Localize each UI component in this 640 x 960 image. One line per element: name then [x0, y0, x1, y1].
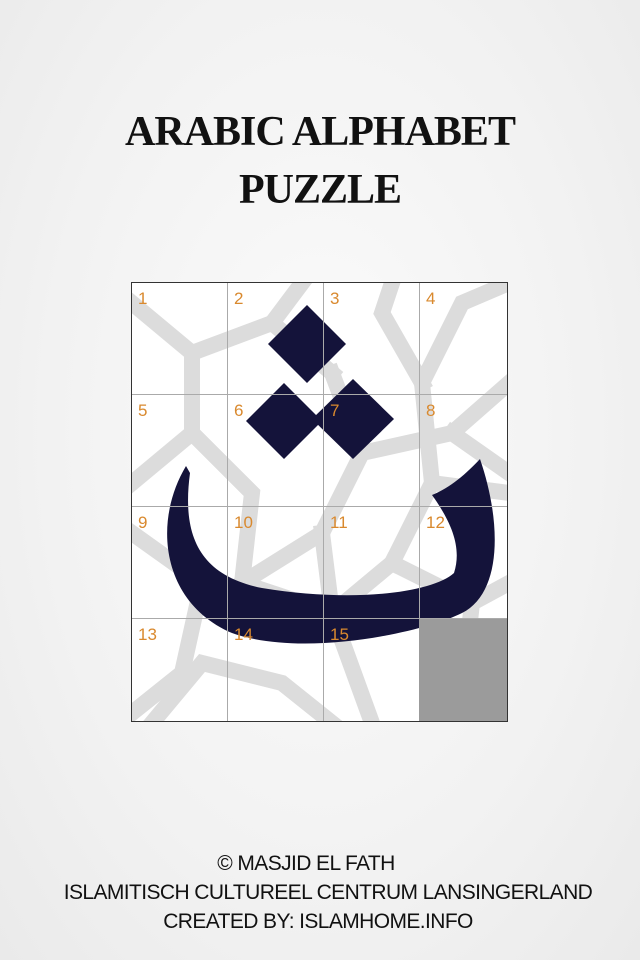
- tile-number: 6: [234, 401, 244, 420]
- puzzle-tile-7[interactable]: 7: [324, 395, 420, 507]
- puzzle-tile-8[interactable]: 8: [420, 395, 507, 507]
- organization-text: ISLAMITISCH CULTUREEL CENTRUM LANSINGERL…: [63, 881, 593, 904]
- puzzle-tile-15[interactable]: 15: [324, 619, 420, 721]
- tile-number: 11: [330, 513, 348, 532]
- tile-number: 13: [138, 625, 157, 644]
- puzzle-tile-13[interactable]: 13: [132, 619, 228, 721]
- tile-number: 9: [138, 513, 148, 532]
- puzzle-tile-3[interactable]: 3: [324, 283, 420, 395]
- tile-number: 4: [426, 289, 436, 308]
- tile-number: 5: [138, 401, 148, 420]
- puzzle-tile-5[interactable]: 5: [132, 395, 228, 507]
- tile-number: 14: [234, 625, 253, 644]
- puzzle-tile-1[interactable]: 1: [132, 283, 228, 395]
- tile-number: 7: [330, 401, 340, 420]
- puzzle-tile-12[interactable]: 12: [420, 507, 507, 619]
- puzzle-tile-4[interactable]: 4: [420, 283, 507, 395]
- puzzle-tile-2[interactable]: 2: [228, 283, 324, 395]
- puzzle-tile-10[interactable]: 10: [228, 507, 324, 619]
- puzzle-tile-9[interactable]: 9: [132, 507, 228, 619]
- tile-number: 1: [138, 289, 148, 308]
- tile-number: 3: [330, 289, 340, 308]
- created-by-text: CREATED BY: ISLAMHOME.INFO: [163, 910, 473, 933]
- puzzle-tile-14[interactable]: 14: [228, 619, 324, 721]
- puzzle-board[interactable]: 1 2 3 4 5 6 7 8 9 10 11 12 13 14 15: [131, 282, 508, 722]
- puzzle-tile-6[interactable]: 6: [228, 395, 324, 507]
- copyright-text: © MASJID EL FATH: [217, 852, 395, 875]
- tile-number: 2: [234, 289, 244, 308]
- tile-number: 15: [330, 625, 349, 644]
- puzzle-tile-11[interactable]: 11: [324, 507, 420, 619]
- title-line-1: ARABIC ALPHABET: [125, 109, 516, 155]
- title-line-2: PUZZLE: [238, 167, 402, 213]
- tile-number: 10: [234, 513, 253, 532]
- tile-number: 12: [426, 513, 445, 532]
- tile-number: 8: [426, 401, 436, 420]
- empty-slot[interactable]: [419, 619, 507, 721]
